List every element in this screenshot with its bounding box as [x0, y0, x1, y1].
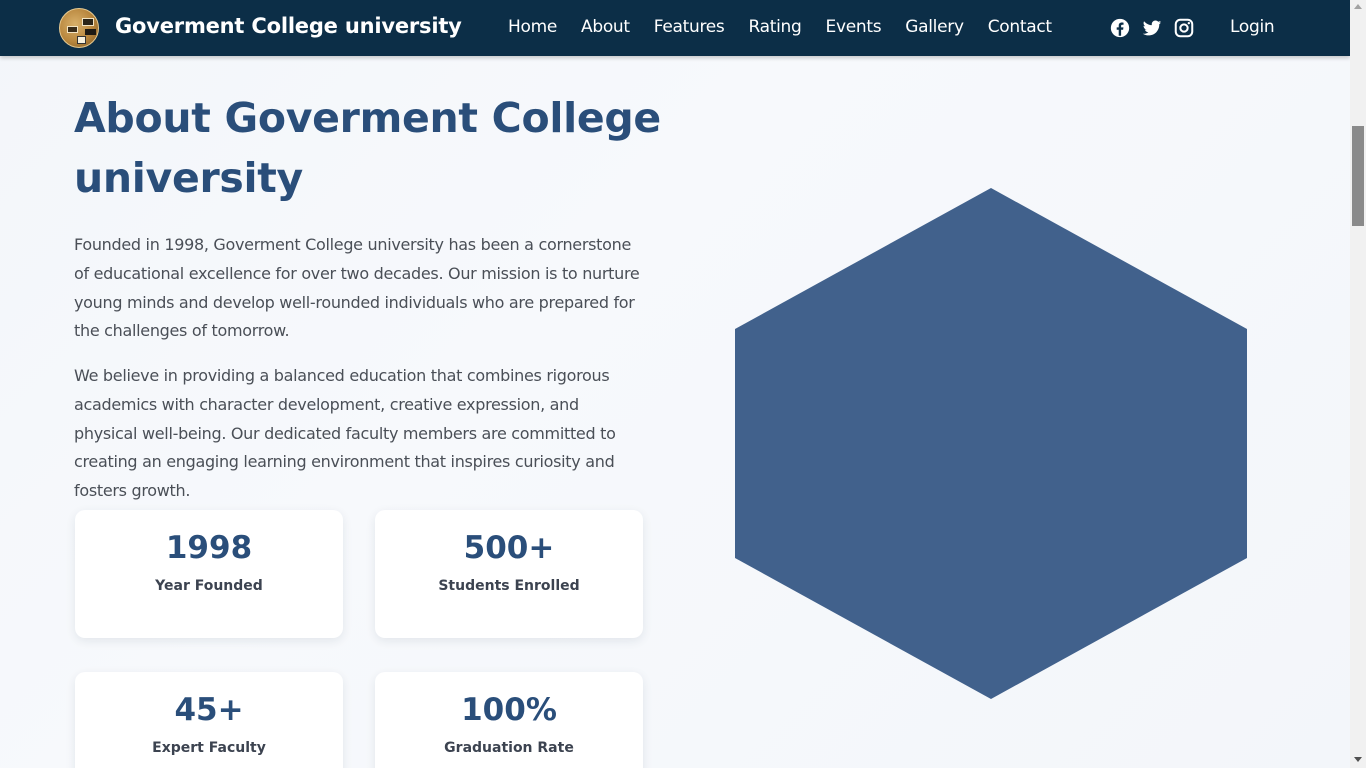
nav-links: Home About Features Rating Events Galler…	[508, 17, 1076, 37]
about-hexagon-image	[735, 188, 1247, 699]
scrollbar-thumb[interactable]	[1352, 126, 1364, 226]
stat-label: Students Enrolled	[438, 578, 580, 594]
nav-link-rating[interactable]: Rating	[748, 17, 801, 37]
scrollbar[interactable]	[1350, 0, 1366, 768]
brand-title[interactable]: Goverment College university	[115, 14, 462, 38]
login-button[interactable]: Login	[1230, 17, 1275, 37]
stat-card-expert-faculty: 45+ Expert Faculty	[75, 672, 343, 768]
logo-detail	[77, 36, 86, 44]
nav-link-home[interactable]: Home	[508, 17, 557, 37]
instagram-icon[interactable]	[1173, 17, 1195, 39]
about-title: About Goverment College university	[74, 94, 661, 202]
logo-detail	[67, 26, 78, 33]
stat-value: 100%	[461, 692, 557, 728]
stat-card-year-founded: 1998 Year Founded	[75, 510, 343, 638]
stat-label: Expert Faculty	[152, 740, 266, 756]
facebook-icon[interactable]	[1109, 17, 1131, 39]
twitter-icon[interactable]	[1141, 17, 1163, 39]
social-links	[1109, 17, 1205, 39]
logo-detail	[82, 18, 94, 26]
stat-value: 500+	[463, 530, 555, 566]
stat-card-graduation-rate: 100% Graduation Rate	[375, 672, 643, 768]
logo-detail	[85, 29, 96, 35]
scroll-up-arrow-icon[interactable]	[1354, 4, 1362, 9]
navbar: Goverment College university Home About …	[0, 0, 1350, 56]
stat-label: Graduation Rate	[444, 740, 574, 756]
nav-link-gallery[interactable]: Gallery	[905, 17, 964, 37]
stat-value: 45+	[174, 692, 244, 728]
college-logo[interactable]	[59, 8, 99, 48]
about-paragraph-2: We believe in providing a balanced educa…	[74, 366, 616, 501]
scroll-down-arrow-icon[interactable]	[1354, 757, 1362, 762]
nav-link-contact[interactable]: Contact	[988, 17, 1052, 37]
about-paragraph-1: Founded in 1998, Goverment College unive…	[74, 235, 640, 341]
stat-label: Year Founded	[155, 578, 263, 594]
stat-value: 1998	[165, 530, 253, 566]
nav-link-about[interactable]: About	[581, 17, 630, 37]
stat-card-students-enrolled: 500+ Students Enrolled	[375, 510, 643, 638]
nav-link-events[interactable]: Events	[826, 17, 882, 37]
nav-link-features[interactable]: Features	[654, 17, 725, 37]
